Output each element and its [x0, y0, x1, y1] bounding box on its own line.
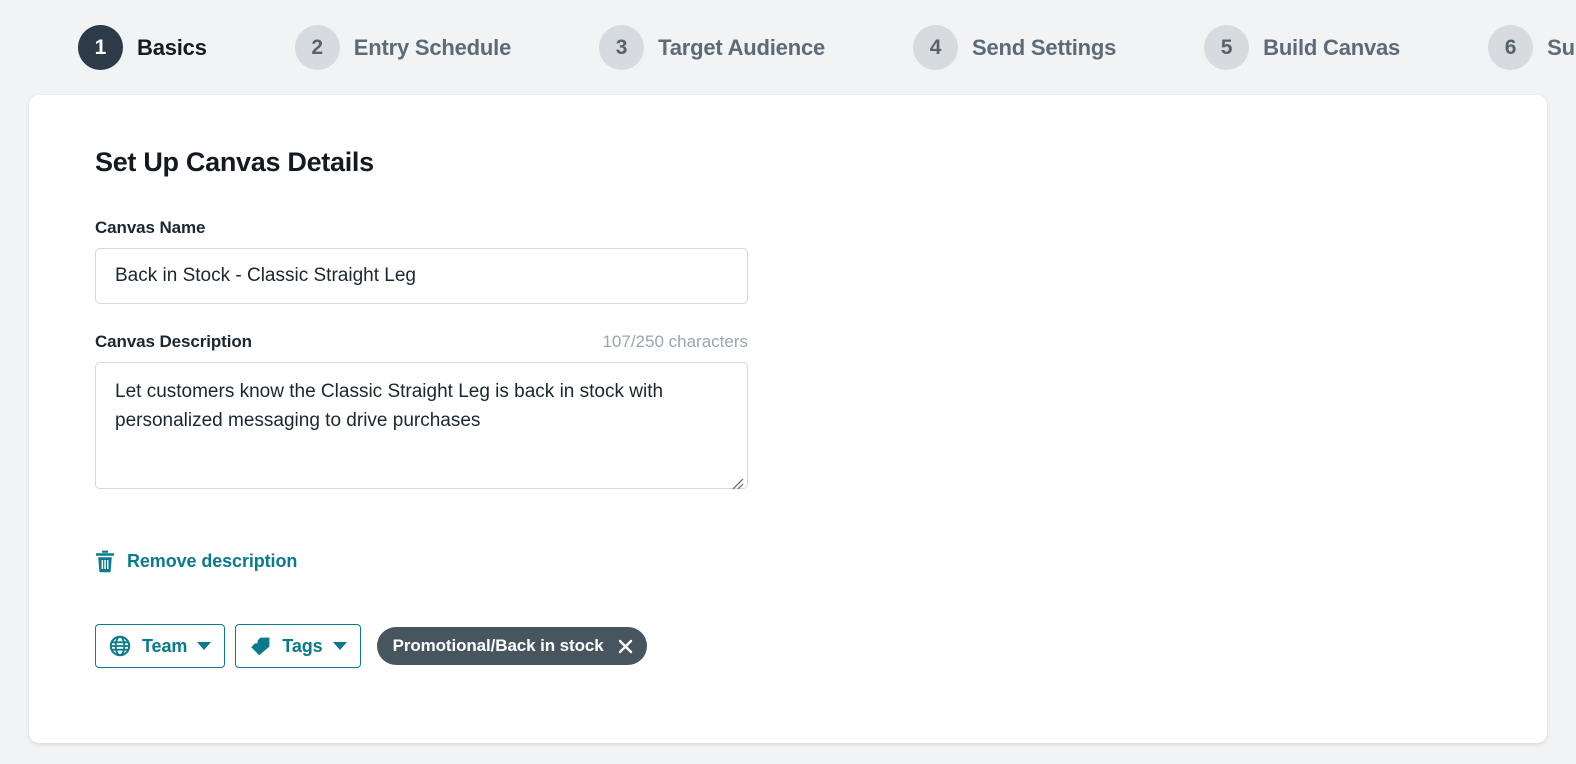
step-send-settings[interactable]: 4 Send Settings	[913, 25, 1116, 70]
step-label-basics: Basics	[137, 34, 207, 60]
step-number-2: 2	[294, 25, 340, 70]
canvas-details-card: Set Up Canvas Details Canvas Name Canvas…	[29, 95, 1547, 743]
canvas-description-field-group: Canvas Description 107/250 characters	[95, 332, 1547, 494]
canvas-description-label: Canvas Description	[95, 332, 252, 351]
remove-description-label: Remove description	[127, 551, 298, 571]
step-number-5: 5	[1204, 25, 1250, 70]
canvas-name-label: Canvas Name	[95, 218, 206, 237]
character-counter: 107/250 characters	[602, 332, 748, 351]
step-number-4: 4	[913, 25, 959, 70]
globe-icon	[109, 635, 131, 657]
tags-button-label: Tags	[282, 635, 323, 656]
tag-chip[interactable]: Promotional/Back in stock	[376, 627, 647, 665]
step-label-build-canvas: Build Canvas	[1263, 34, 1401, 60]
step-label-entry-schedule: Entry Schedule	[353, 34, 512, 60]
trash-icon	[96, 550, 114, 573]
team-dropdown-button[interactable]: Team	[95, 624, 226, 668]
step-number-6: 6	[1488, 25, 1534, 70]
tag-icon	[251, 637, 270, 656]
step-summary[interactable]: 6 Summary	[1488, 25, 1576, 70]
step-entry-schedule[interactable]: 2 Entry Schedule	[294, 25, 512, 70]
team-button-label: Team	[142, 635, 188, 656]
step-number-1: 1	[78, 25, 123, 70]
canvas-meta-button-row: Team Tags Promotional/Back in stock	[95, 624, 1547, 668]
step-basics[interactable]: 1 Basics	[78, 25, 207, 70]
canvas-name-field-group: Canvas Name	[95, 218, 1547, 304]
step-label-send-settings: Send Settings	[972, 34, 1117, 60]
step-label-summary: Summary	[1547, 34, 1576, 60]
page-title: Set Up Canvas Details	[95, 147, 374, 177]
step-number-3: 3	[599, 25, 645, 70]
canvas-wizard-stepper: 1 Basics 2 Entry Schedule 3 Target Audie…	[0, 0, 1576, 95]
step-build-canvas[interactable]: 5 Build Canvas	[1204, 25, 1400, 70]
step-target-audience[interactable]: 3 Target Audience	[599, 25, 825, 70]
canvas-name-input[interactable]	[95, 248, 748, 304]
tag-chip-label: Promotional/Back in stock	[392, 636, 604, 655]
chevron-down-icon-tags	[332, 642, 347, 650]
step-label-target-audience: Target Audience	[658, 34, 826, 60]
canvas-description-textarea[interactable]	[95, 362, 748, 489]
close-icon[interactable]	[618, 639, 633, 654]
remove-description-button[interactable]: Remove description	[95, 550, 297, 573]
chevron-down-icon-team	[197, 642, 212, 650]
tags-dropdown-button[interactable]: Tags	[235, 624, 361, 668]
